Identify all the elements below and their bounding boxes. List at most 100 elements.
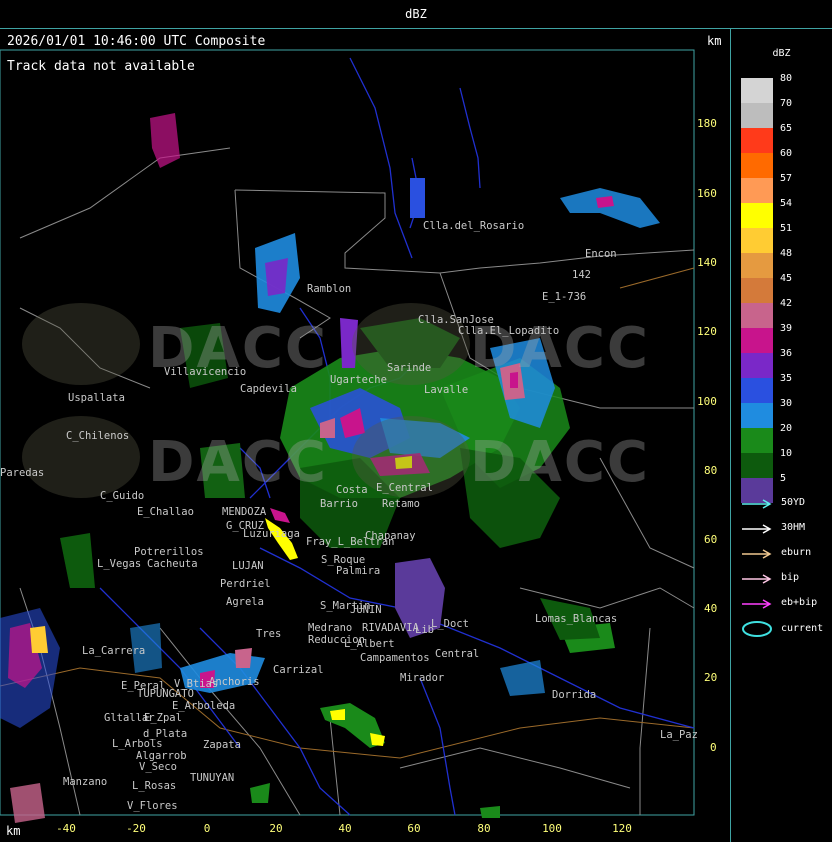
legend-swatch-label: 48	[780, 248, 793, 259]
track-label: 30HM	[781, 522, 806, 533]
place-label: E_Central	[376, 482, 433, 494]
place-label: 142	[572, 269, 591, 281]
place-label: Tres	[256, 628, 282, 640]
window-title: dBZ	[0, 0, 832, 29]
place-label: Costa	[336, 484, 368, 496]
place-label: L_Doct	[431, 618, 469, 630]
place-label: Ugarteche	[330, 374, 387, 386]
x-tick: 20	[269, 822, 283, 835]
dacc-logo-watermark	[22, 303, 140, 385]
place-label: Barrio	[320, 498, 358, 510]
track-label: eburn	[781, 547, 812, 558]
place-label: Lavalle	[424, 384, 469, 396]
place-label: Capdevila	[240, 383, 297, 395]
place-label: V_Seco	[139, 761, 177, 773]
place-label: L_Vegas	[97, 558, 142, 570]
place-label: Luzuriaga	[243, 528, 300, 540]
place-label: C_Guido	[100, 490, 145, 502]
dacc-logo-watermark	[22, 416, 140, 498]
legend-swatch	[741, 103, 773, 128]
x-tick: -20	[126, 822, 146, 835]
legend-swatch-label: 65	[780, 123, 793, 134]
legend-title: dBZ	[772, 48, 791, 59]
place-label: MENDOZA	[222, 506, 267, 518]
legend-swatch-label: 51	[780, 223, 793, 234]
place-label: Paredas	[0, 467, 45, 479]
legend-current-label: current	[781, 623, 824, 634]
place-label: E_Peral	[121, 680, 166, 692]
place-label: V_Flores	[127, 800, 178, 812]
track-status-label: Track data not available	[7, 59, 195, 74]
y-tick: 140	[697, 256, 717, 269]
y-tick: 160	[697, 187, 717, 200]
place-label: La_Paz	[660, 729, 698, 741]
dacc-watermark: DACC	[148, 430, 329, 495]
legend-swatch	[741, 153, 773, 178]
legend-swatch-label: 60	[780, 148, 793, 159]
place-label: TUNUYAN	[190, 772, 235, 784]
legend-swatch	[741, 403, 773, 428]
x-tick: -40	[56, 822, 76, 835]
x-tick: 80	[477, 822, 491, 835]
legend-swatch-label: 30	[780, 398, 793, 409]
legend-swatch-label: 36	[780, 348, 793, 359]
place-label: Agrela	[226, 596, 264, 608]
track-arrow-icon	[742, 499, 772, 509]
y-tick: 80	[704, 464, 718, 477]
legend-swatch	[741, 278, 773, 303]
legend-swatch-label: 20	[780, 423, 793, 434]
y-tick: 60	[704, 533, 718, 546]
legend-swatch-label: 42	[780, 298, 793, 309]
y-tick: 180	[697, 117, 717, 130]
legend-swatch	[741, 128, 773, 153]
place-label: Potrerillos	[134, 546, 204, 558]
x-tick: 40	[338, 822, 352, 835]
place-label: Encon	[585, 248, 617, 260]
place-label: Dorrida	[552, 689, 597, 701]
place-label: LUJAN	[232, 560, 264, 572]
legend-swatch-label: 57	[780, 173, 793, 184]
place-label: JUNIN	[350, 604, 382, 616]
place-label: Retamo	[382, 498, 420, 510]
dacc-watermark: DACC	[470, 430, 651, 495]
y-tick: 100	[697, 395, 717, 408]
radar-map[interactable]: DACC DACC DACC DACC 2026/01/01 10:46:00 …	[0, 28, 731, 842]
place-label: Cacheuta	[147, 558, 198, 570]
legend-swatch-label: 10	[780, 448, 793, 459]
legend-swatch	[741, 228, 773, 253]
place-label: Manzano	[63, 776, 108, 788]
legend-swatch-label: 54	[780, 198, 793, 209]
y-tick: 0	[710, 741, 717, 754]
place-label: La_Carrera	[82, 645, 146, 657]
place-label: Sarinde	[387, 362, 432, 374]
place-label: Villavicencio	[164, 366, 247, 378]
place-label: V_Btias	[174, 678, 219, 690]
place-label: C_Chilenos	[66, 430, 130, 442]
timestamp-label: 2026/01/01 10:46:00 UTC Composite	[7, 34, 266, 49]
legend-swatch-label: 80	[780, 73, 793, 84]
legend-swatch	[741, 428, 773, 453]
y-tick: 20	[704, 671, 718, 684]
place-label: Fray_L_Beltran	[306, 536, 395, 548]
y-axis-unit: km	[707, 34, 722, 48]
place-label: Uspallata	[68, 392, 125, 404]
place-label: Clla.del_Rosario	[423, 220, 525, 232]
x-tick: 120	[612, 822, 632, 835]
legend-swatch	[741, 78, 773, 103]
track-arrow-icon	[742, 549, 772, 559]
legend-swatch	[741, 253, 773, 278]
place-label: Ramblon	[307, 283, 352, 295]
place-label: E_1-736	[542, 291, 587, 303]
place-label: Palmira	[336, 565, 381, 577]
track-label: bip	[781, 572, 800, 583]
y-tick: 40	[704, 602, 718, 615]
x-tick: 60	[407, 822, 421, 835]
legend-swatch-label: 5	[780, 473, 787, 484]
place-label: Perdriel	[220, 578, 271, 590]
place-label: E_Challao	[137, 506, 194, 518]
place-label: E_Arboleda	[172, 700, 236, 712]
place-label: Lomas_Blancas	[535, 613, 618, 625]
place-label: E_Zpal	[144, 712, 182, 724]
legend-swatch	[741, 378, 773, 403]
legend-swatch-label: 45	[780, 273, 793, 284]
